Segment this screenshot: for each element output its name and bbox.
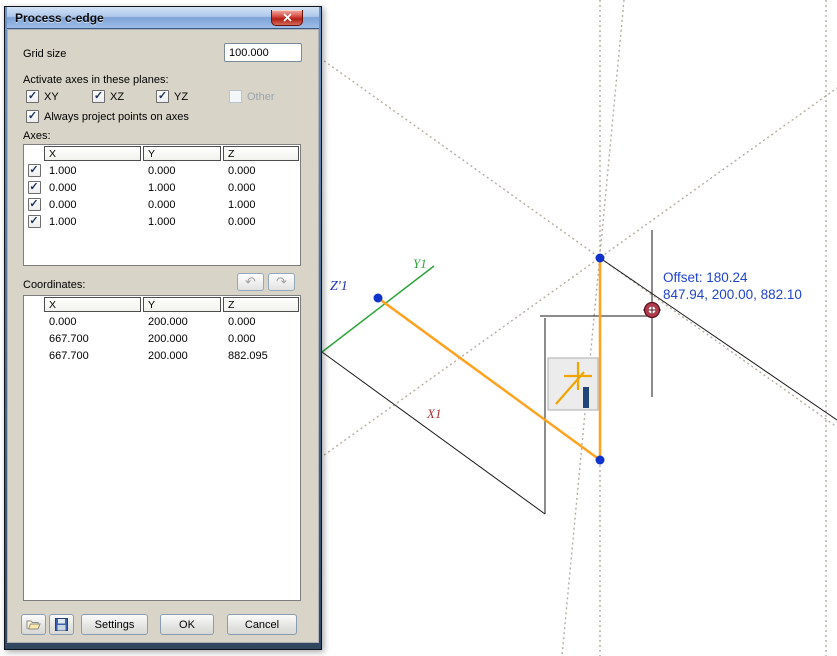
axes-row[interactable]: 1.000 0.000 0.000	[24, 162, 300, 179]
planes-label: Activate axes in these planes:	[23, 74, 169, 86]
close-button[interactable]	[271, 10, 303, 26]
x-axis-label: X1	[426, 406, 441, 421]
open-folder-icon	[26, 619, 41, 630]
settings-button[interactable]: Settings	[81, 614, 148, 635]
cell: 0.000	[44, 199, 143, 211]
undo-button[interactable]	[237, 273, 264, 291]
axes-row[interactable]: 0.000 0.000 1.000	[24, 196, 300, 213]
cell: 0.000	[223, 182, 299, 194]
cell: 0.000	[44, 182, 143, 194]
plane-other-option: Other	[229, 90, 275, 103]
plane-other-checkbox	[229, 90, 242, 103]
redo-button[interactable]	[268, 273, 295, 291]
coordinate-row[interactable]: 667.700 200.000 0.000	[24, 330, 300, 347]
plane-yz-label: YZ	[174, 91, 188, 103]
plane-yz-checkbox[interactable]	[156, 90, 169, 103]
open-button[interactable]	[21, 614, 46, 635]
axis-row-checkbox[interactable]	[28, 215, 41, 228]
construction-lines	[320, 0, 837, 656]
titlebar[interactable]: Process c-edge	[7, 7, 319, 29]
coordinate-row[interactable]: 667.700 200.000 882.095	[24, 347, 300, 364]
save-disk-icon	[55, 618, 68, 631]
plane-xz-checkbox[interactable]	[92, 90, 105, 103]
cell: 0.000	[143, 165, 223, 177]
plane-yz-option[interactable]: YZ	[156, 90, 188, 103]
grid-size-input[interactable]	[224, 43, 302, 62]
always-project-label: Always project points on axes	[44, 111, 189, 123]
cell: 1.000	[143, 216, 223, 228]
ok-button[interactable]: OK	[160, 614, 214, 635]
axes-row[interactable]: 1.000 1.000 0.000	[24, 213, 300, 230]
cell: 200.000	[143, 350, 223, 362]
axes-col-z[interactable]: Z	[223, 146, 299, 161]
always-project-option[interactable]: Always project points on axes	[26, 110, 189, 123]
cell: 882.095	[223, 350, 299, 362]
coords-readout: 847.94, 200.00, 882.10	[663, 287, 802, 302]
cell: 0.000	[223, 333, 299, 345]
y-axis-label: Y1	[413, 256, 427, 271]
window-title: Process c-edge	[7, 11, 104, 25]
cell: 1.000	[143, 182, 223, 194]
cell: 667.700	[44, 350, 143, 362]
coordinates-table[interactable]: X Y Z 0.000 200.000 0.000 667.700 200.00…	[23, 295, 301, 601]
coordinates-table-header: X Y Z	[24, 296, 300, 313]
offset-readout: Offset: 180.24	[663, 270, 748, 285]
axes-col-x[interactable]: X	[44, 146, 141, 161]
cad-cursor-icon	[548, 358, 598, 410]
coords-col-y[interactable]: Y	[143, 297, 221, 312]
plane-xy-label: XY	[44, 91, 59, 103]
save-button[interactable]	[49, 614, 74, 635]
cell: 1.000	[44, 216, 143, 228]
process-c-edge-window: Process c-edge Grid size Activate axes i…	[4, 6, 322, 650]
always-project-checkbox[interactable]	[26, 110, 39, 123]
coordinate-row[interactable]: 0.000 200.000 0.000	[24, 313, 300, 330]
plane-xy-checkbox[interactable]	[26, 90, 39, 103]
plane-xy-option[interactable]: XY	[26, 90, 59, 103]
axes-table[interactable]: X Y Z 1.000 0.000 0.000 0.000 1.000 0.00…	[23, 144, 301, 266]
cell: 0.000	[44, 316, 143, 328]
axes-row[interactable]: 0.000 1.000 0.000	[24, 179, 300, 196]
coordinates-label: Coordinates:	[23, 279, 85, 291]
plane-xz-option[interactable]: XZ	[92, 90, 124, 103]
axes-table-header: X Y Z	[24, 145, 300, 162]
z-axis-label: Z'1	[330, 279, 348, 294]
axis-row-checkbox[interactable]	[28, 164, 41, 177]
plane-xz-label: XZ	[110, 91, 124, 103]
cell: 200.000	[143, 333, 223, 345]
plane-other-label: Other	[247, 91, 275, 103]
cell: 0.000	[143, 199, 223, 211]
cancel-button[interactable]: Cancel	[227, 614, 297, 635]
axis-row-checkbox[interactable]	[28, 198, 41, 211]
cell: 200.000	[143, 316, 223, 328]
close-icon	[283, 13, 292, 22]
dialog-body: Grid size Activate axes in these planes:…	[7, 29, 319, 643]
grid-size-label: Grid size	[23, 48, 66, 60]
axis-row-checkbox[interactable]	[28, 181, 41, 194]
cell: 667.700	[44, 333, 143, 345]
cell: 1.000	[44, 165, 143, 177]
cell: 0.000	[223, 316, 299, 328]
cell: 1.000	[223, 199, 299, 211]
cell: 0.000	[223, 216, 299, 228]
cell: 0.000	[223, 165, 299, 177]
axes-col-y[interactable]: Y	[143, 146, 221, 161]
axes-label: Axes:	[23, 130, 51, 142]
coords-col-x[interactable]: X	[44, 297, 141, 312]
coords-col-z[interactable]: Z	[223, 297, 299, 312]
